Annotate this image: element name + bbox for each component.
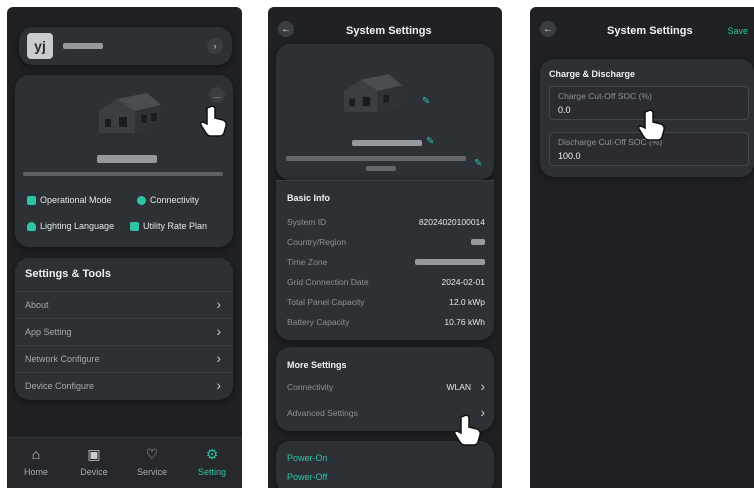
home-icon: ⌂ xyxy=(31,446,41,462)
row-label: App Setting xyxy=(25,327,72,337)
avatar: yj xyxy=(27,33,53,59)
site-name-redacted xyxy=(97,155,157,163)
device-icon: ▣ xyxy=(87,446,101,462)
legend-label: Utility Rate Plan xyxy=(143,221,208,231)
legend-label: Connectivity xyxy=(150,195,200,205)
edit-name-icon[interactable]: ✎ xyxy=(426,136,434,147)
chevron-right-icon: › xyxy=(216,323,221,339)
house-illustration xyxy=(343,74,403,112)
settings-tools-card: Settings & Tools About › App Setting › N… xyxy=(15,258,233,400)
tab-home[interactable]: ⌂ Home xyxy=(11,446,61,477)
row-label: Device Configure xyxy=(25,381,95,391)
page-title: System Settings xyxy=(607,25,693,37)
app-setting-row[interactable]: App Setting › xyxy=(15,318,233,345)
field-value: 100.0 xyxy=(558,151,581,161)
utility-rate-plan-link[interactable]: Utility Rate Plan xyxy=(130,221,207,231)
settings-screen: yj › ... Operational Mode Connectivity L… xyxy=(7,7,242,488)
username-redacted xyxy=(63,43,103,49)
pointer-hand-icon xyxy=(200,105,227,137)
lighting-language-link[interactable]: Lighting Language xyxy=(27,221,114,231)
chevron-right-icon: › xyxy=(480,378,485,394)
row-key: Advanced Settings xyxy=(287,408,358,418)
bottom-tab-bar: ⌂ Home ▣ Device ♡ Service ⚙ Setting xyxy=(7,437,242,488)
row-key: System ID xyxy=(287,217,327,227)
power-on-button[interactable]: Power-On xyxy=(287,453,328,463)
tag-icon xyxy=(130,221,139,231)
connectivity-link[interactable]: Connectivity xyxy=(137,195,199,205)
chevron-right-icon[interactable]: › xyxy=(207,38,223,54)
address-redacted xyxy=(23,172,223,176)
row-key: Country/Region xyxy=(287,237,347,247)
more-settings-title: More Settings xyxy=(287,360,347,370)
row-value: 12.0 kWp xyxy=(449,297,485,307)
edit-image-icon[interactable]: ✎ xyxy=(422,96,430,107)
tab-label: Setting xyxy=(197,467,227,477)
row-label: About xyxy=(25,300,49,310)
gear-icon: ⚙ xyxy=(205,446,219,462)
house-card: ... Operational Mode Connectivity Lighti… xyxy=(15,75,233,247)
charge-discharge-title: Charge & Discharge xyxy=(549,69,636,79)
row-value: 10.76 kWh xyxy=(444,317,485,327)
bulb-icon xyxy=(27,221,36,231)
device-configure-row[interactable]: Device Configure › xyxy=(15,372,233,399)
basic-info-card: Basic Info System ID 82024020100014 Coun… xyxy=(276,180,494,340)
row-key: Time Zone xyxy=(287,257,328,267)
edit-address-icon[interactable]: ✎ xyxy=(474,158,482,169)
field-value: 0.0 xyxy=(558,105,571,115)
settings-tools-title: Settings & Tools xyxy=(25,268,111,280)
tab-device[interactable]: ▣ Device xyxy=(69,446,119,477)
tab-service[interactable]: ♡ Service xyxy=(127,446,177,477)
service-icon: ♡ xyxy=(145,446,159,462)
row-value: 82024020100014 xyxy=(418,217,485,227)
tab-setting[interactable]: ⚙ Setting xyxy=(187,446,237,477)
tab-label: Home xyxy=(23,467,48,477)
legend-label: Operational Mode xyxy=(40,195,112,205)
pointer-hand-icon xyxy=(638,109,665,141)
power-card: Power-On Power-Off xyxy=(276,441,494,488)
basic-info-title: Basic Info xyxy=(287,193,331,203)
row-value: WLAN xyxy=(446,382,471,392)
chevron-right-icon: › xyxy=(216,377,221,393)
user-card[interactable]: yj › xyxy=(19,27,232,65)
save-button[interactable]: Save xyxy=(727,26,748,36)
tab-label: Service xyxy=(136,467,167,477)
row-key: Connectivity xyxy=(287,382,334,392)
site-card: ✎ ✎ ✎ xyxy=(276,44,494,180)
flag-icon xyxy=(27,195,36,205)
page-title: System Settings xyxy=(346,25,432,37)
pointer-hand-icon xyxy=(454,414,481,446)
power-off-button[interactable]: Power-Off xyxy=(287,472,327,482)
row-key: Total Panel Capacity xyxy=(287,297,365,307)
more-options-button[interactable]: ... xyxy=(209,87,225,103)
chevron-right-icon: › xyxy=(216,350,221,366)
network-configure-row[interactable]: Network Configure › xyxy=(15,345,233,372)
chevron-right-icon: › xyxy=(216,296,221,312)
row-key: Battery Capacity xyxy=(287,317,350,327)
house-illustration xyxy=(99,93,161,133)
back-arrow-icon[interactable]: ← xyxy=(278,21,294,37)
country-redacted xyxy=(471,239,485,245)
legend-label: Lighting Language xyxy=(40,221,115,231)
row-label: Network Configure xyxy=(25,354,100,364)
system-settings-screen: ← System Settings ✎ ✎ ✎ Basic Info Syste… xyxy=(268,7,502,488)
back-arrow-icon[interactable]: ← xyxy=(540,21,556,37)
address-redacted xyxy=(286,156,466,161)
connectivity-row[interactable]: Connectivity WLAN › xyxy=(287,378,485,396)
time-zone-redacted xyxy=(415,259,485,265)
field-label: Charge Cut-Off SOC (%) xyxy=(558,91,652,101)
charge-discharge-screen: ← System Settings Save Charge & Discharg… xyxy=(530,7,754,488)
operational-mode-link[interactable]: Operational Mode xyxy=(27,195,112,205)
row-key: Grid Connection Date xyxy=(287,277,369,287)
row-value: 2024-02-01 xyxy=(441,277,485,287)
connectivity-icon xyxy=(137,195,146,205)
about-row[interactable]: About › xyxy=(15,291,233,318)
tab-label: Device xyxy=(80,467,108,477)
address-redacted xyxy=(366,166,396,171)
site-name-redacted xyxy=(352,140,422,146)
